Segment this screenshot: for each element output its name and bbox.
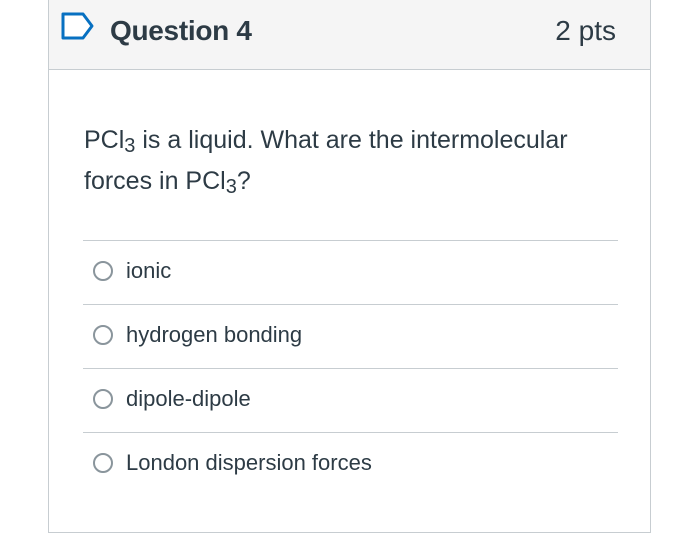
question-text: PCl3 is a liquid. What are the intermole…	[84, 120, 624, 202]
question-points: 2 pts	[555, 15, 616, 46]
radio-button[interactable]	[93, 261, 113, 281]
question-text-part: ?	[236, 167, 251, 195]
answer-option[interactable]: ionic	[83, 240, 618, 304]
answer-option[interactable]: dipole-dipole	[83, 368, 618, 432]
subscript: 3	[225, 176, 237, 198]
answer-list: ionic hydrogen bonding dipole-dipole Lon…	[83, 240, 618, 496]
question-card: Question 4 2 pts PCl3 is a liquid. What …	[48, 0, 651, 533]
radio-button[interactable]	[93, 389, 113, 409]
question-text-part: is a liquid. What are the intermolecular…	[84, 126, 568, 195]
answer-option[interactable]: London dispersion forces	[83, 432, 618, 496]
radio-button[interactable]	[93, 453, 113, 473]
answer-label[interactable]: London dispersion forces	[126, 447, 372, 479]
answer-label[interactable]: ionic	[126, 255, 171, 287]
answer-label[interactable]: dipole-dipole	[126, 383, 251, 415]
answer-label[interactable]: hydrogen bonding	[126, 319, 302, 351]
question-text-part: PCl	[84, 126, 125, 154]
answer-option[interactable]: hydrogen bonding	[83, 304, 618, 368]
question-header: Question 4 2 pts	[49, 0, 650, 70]
bookmark-flag-icon[interactable]	[61, 12, 95, 40]
question-title: Question 4	[110, 15, 252, 46]
subscript: 3	[124, 135, 136, 157]
radio-button[interactable]	[93, 325, 113, 345]
